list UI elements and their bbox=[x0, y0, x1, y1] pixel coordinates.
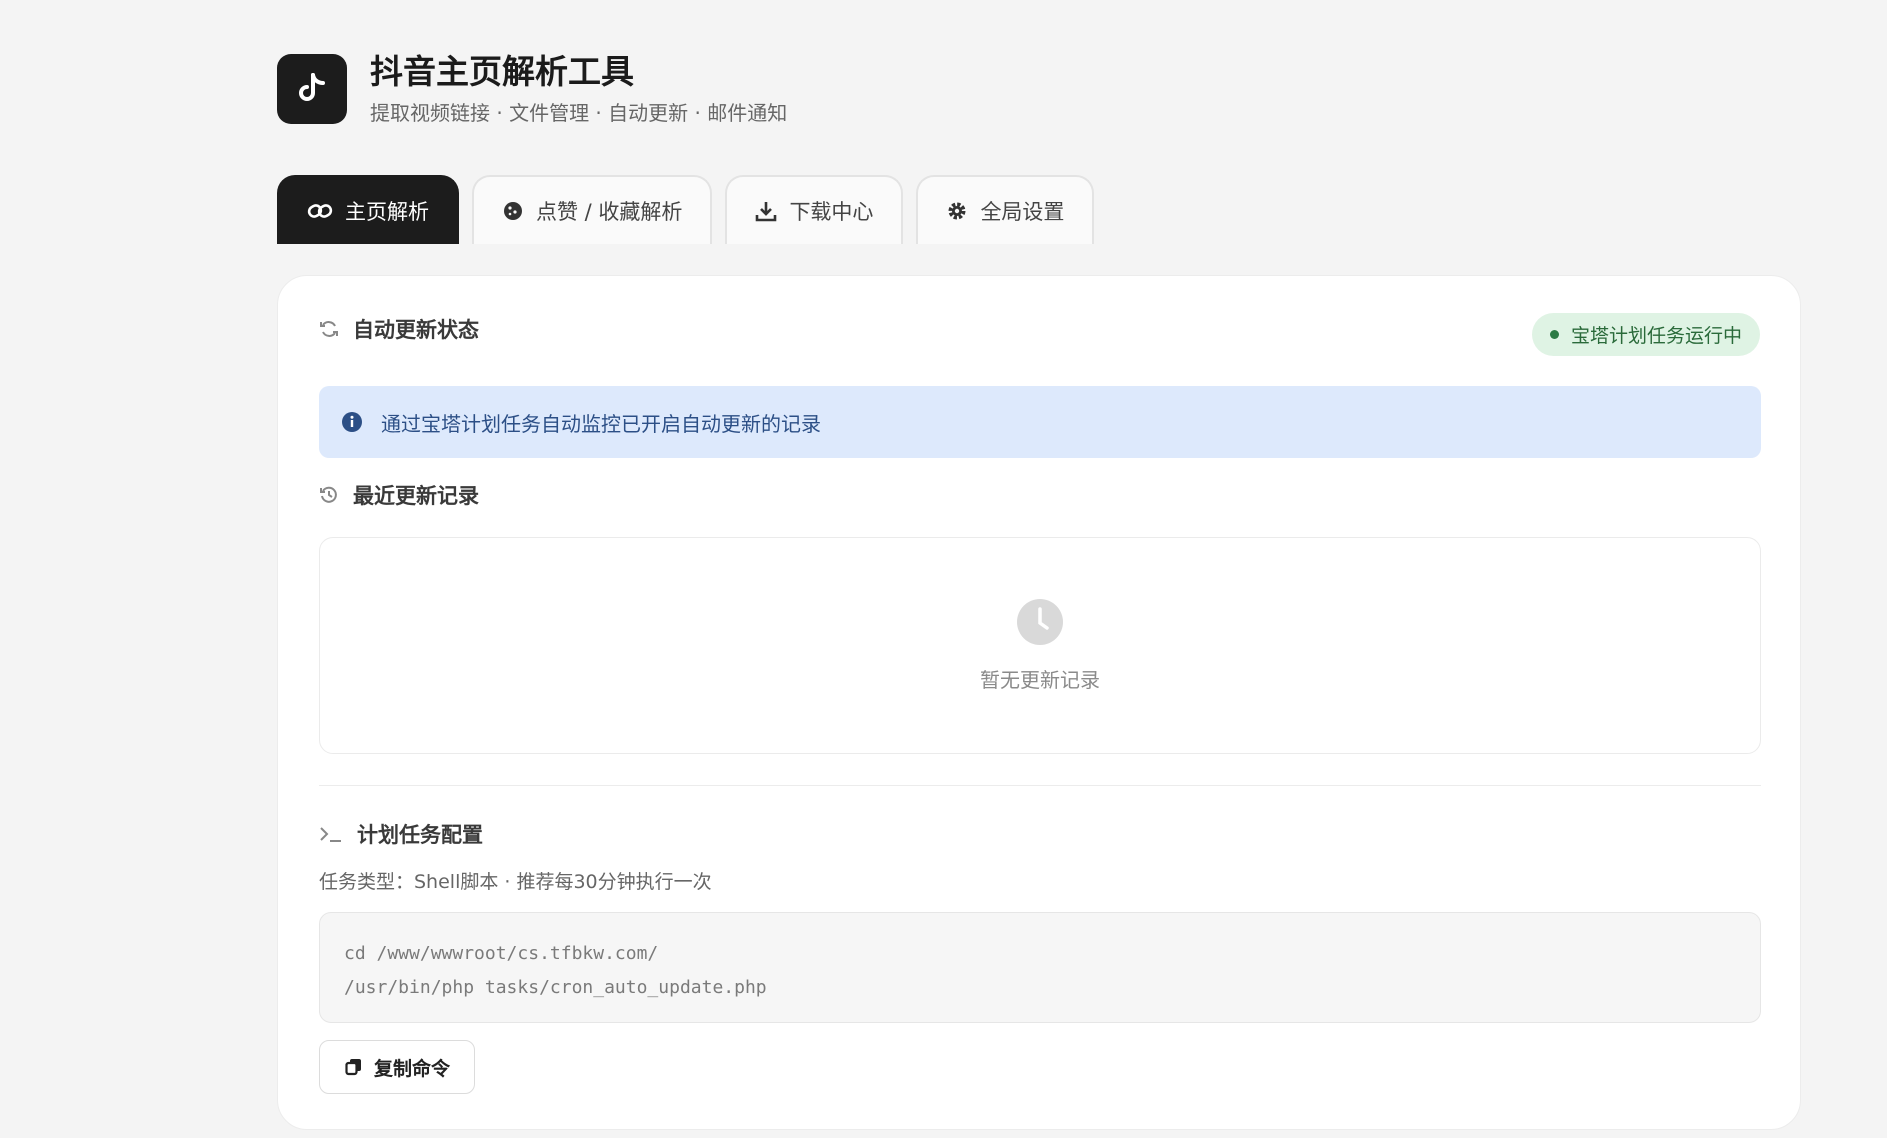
command-code-block[interactable]: cd /www/wwwroot/cs.tfbkw.com/ /usr/bin/p… bbox=[319, 912, 1761, 1023]
history-icon bbox=[320, 486, 337, 503]
tab-label: 点赞 / 收藏解析 bbox=[536, 199, 683, 224]
empty-records: 暂无更新记录 bbox=[319, 537, 1761, 754]
empty-text: 暂无更新记录 bbox=[980, 668, 1100, 692]
section-title: 计划任务配置 bbox=[357, 823, 483, 847]
copy-command-button[interactable]: 复制命令 bbox=[319, 1040, 476, 1094]
divider bbox=[319, 785, 1761, 786]
auto-update-heading: 自动更新状态 bbox=[319, 314, 479, 344]
page-title: 抖音主页解析工具 bbox=[370, 52, 634, 91]
tiktok-icon bbox=[277, 54, 347, 124]
terminal-icon bbox=[320, 827, 341, 842]
tab-label: 下载中心 bbox=[789, 199, 874, 224]
task-info: 任务类型：Shell脚本 · 推荐每30分钟执行一次 bbox=[319, 871, 712, 893]
cron-config-heading: 计划任务配置 bbox=[319, 819, 483, 849]
app-header: 抖音主页解析工具 提取视频链接 · 文件管理 · 自动更新 · 邮件通知 bbox=[277, 52, 787, 126]
cookie-icon bbox=[504, 201, 522, 220]
clock-icon bbox=[1017, 599, 1063, 645]
tab-bar: 主页解析 点赞 / 收藏解析 下载中心 全局设置 bbox=[277, 175, 1095, 244]
copy-icon bbox=[345, 1059, 361, 1076]
tab-profile-parse[interactable]: 主页解析 bbox=[277, 175, 459, 244]
section-title: 最近更新记录 bbox=[353, 484, 479, 508]
info-icon bbox=[342, 412, 362, 432]
code-line: cd /www/wwwroot/cs.tfbkw.com/ bbox=[344, 943, 659, 964]
code-line: /usr/bin/php tasks/cron_auto_update.php bbox=[344, 977, 767, 998]
status-badge: 宝塔计划任务运行中 bbox=[1531, 313, 1760, 356]
status-dot-icon bbox=[1549, 330, 1559, 339]
copy-button-label: 复制命令 bbox=[374, 1057, 451, 1080]
page-subtitle: 提取视频链接 · 文件管理 · 自动更新 · 邮件通知 bbox=[370, 101, 788, 125]
refresh-icon bbox=[320, 321, 338, 337]
recent-records-heading: 最近更新记录 bbox=[319, 480, 479, 510]
gear-icon bbox=[948, 202, 966, 219]
auto-update-card: 自动更新状态 宝塔计划任务运行中 通过宝塔计划任务自动监控已开启自动更新的记录 … bbox=[277, 275, 1801, 1130]
tab-label: 全局设置 bbox=[980, 199, 1065, 224]
section-title: 自动更新状态 bbox=[353, 318, 479, 342]
link-icon bbox=[307, 203, 333, 218]
download-icon bbox=[756, 201, 777, 221]
tab-download-center[interactable]: 下载中心 bbox=[725, 175, 904, 244]
info-alert: 通过宝塔计划任务自动监控已开启自动更新的记录 bbox=[319, 386, 1761, 458]
tab-label: 主页解析 bbox=[345, 199, 429, 224]
tab-likes-favorites[interactable]: 点赞 / 收藏解析 bbox=[472, 175, 713, 244]
info-text: 通过宝塔计划任务自动监控已开启自动更新的记录 bbox=[381, 411, 821, 436]
status-badge-label: 宝塔计划任务运行中 bbox=[1570, 325, 1742, 347]
tab-global-settings[interactable]: 全局设置 bbox=[916, 175, 1095, 244]
